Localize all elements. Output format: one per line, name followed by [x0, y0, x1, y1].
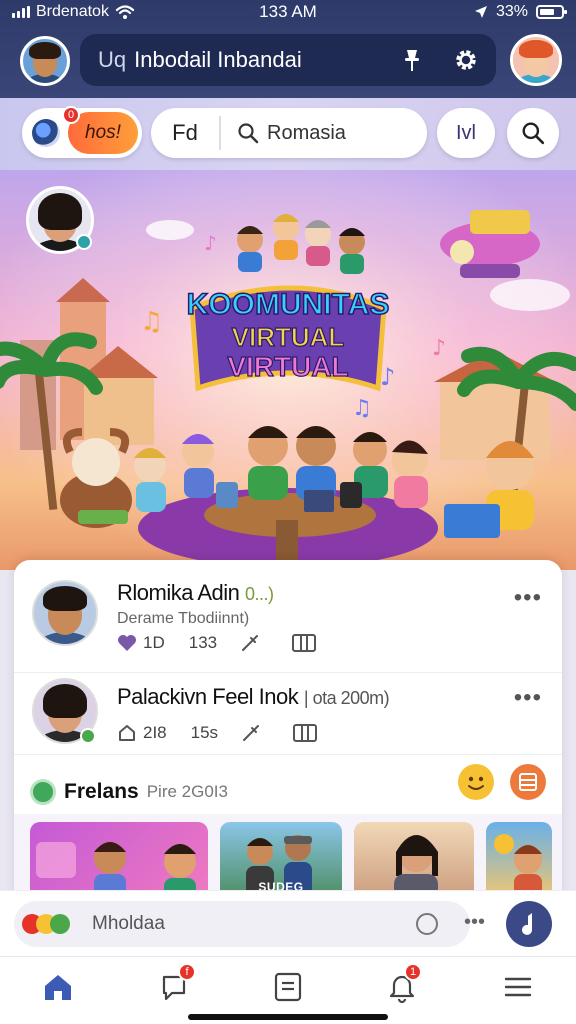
post-more-button[interactable]: •••: [514, 684, 542, 712]
share-icon[interactable]: [240, 722, 262, 744]
post-author-name[interactable]: Rlomika Adin: [117, 580, 240, 605]
like-count: 1D: [143, 633, 165, 652]
filter-row: hos! 0 Fd Romasia Ivl: [0, 98, 576, 170]
post-divider: [14, 672, 562, 673]
fd-label[interactable]: Fd: [151, 116, 221, 150]
top-bar: Brdenatok 133 AM 33% Uq Inbodail Inbanda…: [0, 0, 576, 98]
menu-icon[interactable]: [500, 969, 536, 1005]
nav-notifications[interactable]: 1: [384, 963, 422, 1005]
svg-text:♫: ♫: [140, 307, 163, 337]
hot-filter-pill[interactable]: hos! 0: [22, 106, 142, 158]
gear-icon[interactable]: [452, 46, 480, 74]
post-more-button[interactable]: •••: [514, 584, 542, 612]
search-icon: [522, 122, 545, 145]
friend-thumbnail[interactable]: SUDEG: [220, 822, 342, 900]
hero-banner[interactable]: ♫ ♪ ♪ ♫ ♪ KOOMUNITAS VIRTUAL VIRTUAL: [0, 170, 576, 570]
notification-badge: 1: [404, 963, 422, 981]
friend-thumbnail[interactable]: [486, 822, 552, 900]
friends-subtitle: Pire 2G0I3: [146, 782, 228, 801]
friends-title: Frelans: [64, 780, 139, 803]
comment-count: 133: [188, 633, 218, 652]
online-indicator: [80, 728, 96, 744]
svg-text:♪: ♪: [204, 231, 217, 255]
compose-more-button[interactable]: •••: [464, 911, 485, 934]
search-button[interactable]: [507, 108, 559, 158]
heart-icon[interactable]: [117, 634, 137, 652]
friends-icon: [30, 779, 56, 805]
user-avatar[interactable]: [510, 34, 562, 86]
hero-title-line1: KOOMUNITAS: [187, 288, 390, 321]
svg-text:♪: ♪: [432, 336, 446, 361]
music-button[interactable]: [506, 901, 552, 947]
emoji-icon[interactable]: [458, 764, 494, 800]
search-text: Inbodail Inbandai: [134, 47, 302, 72]
bookmark-icon[interactable]: [292, 723, 318, 743]
profile-avatar[interactable]: [20, 36, 70, 86]
post-subtitle: Derame Tbodiinnt): [117, 610, 250, 627]
friends-thumbnails: SUDEG: [14, 814, 562, 900]
bookmark-icon[interactable]: [291, 633, 317, 653]
list-icon[interactable]: [510, 764, 546, 800]
friend-thumbnail[interactable]: [354, 822, 474, 900]
status-bar: Brdenatok 133 AM 33%: [0, 0, 576, 26]
header-search-bar[interactable]: Uq Inbodail Inbandai: [80, 34, 496, 86]
compose-placeholder: Mholdaa: [92, 913, 165, 934]
chat-badge: f: [178, 963, 196, 981]
record-icon[interactable]: [416, 913, 438, 935]
friend-thumbnail[interactable]: [30, 822, 208, 900]
pin-icon[interactable]: [398, 46, 426, 74]
level-label: Ivl: [456, 121, 476, 144]
hero-title-line3: VIRTUAL: [227, 351, 348, 382]
comment-count: 15s: [190, 723, 219, 742]
post-item[interactable]: Palackivn Feel Inok | ota 200m) 2I8 15s …: [14, 678, 562, 774]
level-filter-pill[interactable]: Ivl: [437, 108, 495, 158]
reactions-icon[interactable]: [22, 914, 82, 934]
location-value: Romasia: [267, 121, 346, 144]
feed-icon[interactable]: [270, 969, 306, 1005]
home-icon[interactable]: [40, 969, 76, 1005]
post-author-suffix: | ota 200m): [303, 688, 390, 708]
share-icon[interactable]: [239, 632, 261, 654]
search-icon: [238, 123, 259, 144]
home-icon[interactable]: [117, 723, 137, 743]
hero-title-line2: VIRTUAL: [232, 322, 345, 352]
like-count: 2I8: [143, 723, 167, 742]
post-author-name[interactable]: Palackivn Feel Inok: [117, 684, 299, 709]
compose-bar: Mholdaa •••: [0, 890, 576, 956]
search-prefix: Uq: [98, 47, 127, 72]
location-filter-pill[interactable]: Fd Romasia: [151, 108, 427, 158]
nav-chat[interactable]: f: [156, 963, 196, 1005]
post-author-suffix: 0...): [245, 584, 274, 604]
post-author-avatar[interactable]: [32, 580, 98, 646]
post-item[interactable]: Rlomika Adin 0...) Derame Tbodiinnt) 1D …: [14, 574, 562, 670]
battery-percent: 33%: [495, 3, 528, 20]
svg-text:♪: ♪: [380, 363, 395, 391]
battery-icon: [536, 5, 567, 19]
music-note-icon: [522, 913, 532, 935]
svg-text:♫: ♫: [352, 396, 372, 421]
location-arrow-icon: [474, 6, 487, 18]
post-divider: [14, 754, 562, 755]
hot-badge: 0: [62, 106, 80, 124]
home-indicator: [188, 1014, 388, 1020]
compose-input[interactable]: [14, 901, 470, 947]
camera-icon: [32, 119, 60, 147]
online-indicator: [76, 234, 92, 250]
